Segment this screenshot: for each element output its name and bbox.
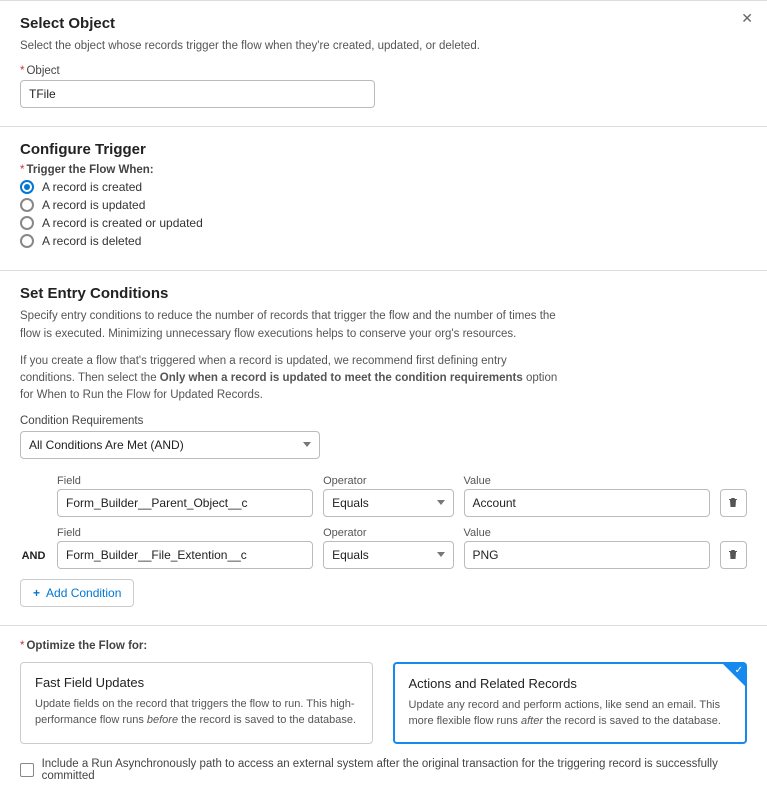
radio-icon [20, 180, 34, 194]
select-object-desc: Select the object whose records trigger … [20, 38, 560, 55]
selected-check-icon [723, 664, 745, 686]
configure-trigger-title: Configure Trigger [20, 141, 747, 158]
object-combobox[interactable]: TFile [20, 80, 375, 108]
field-combobox[interactable]: Form_Builder__File_Extention__c [57, 541, 313, 569]
entry-conditions-section: Set Entry Conditions Specify entry condi… [0, 270, 767, 624]
radio-created[interactable]: A record is created [20, 180, 747, 194]
entry-desc-2: If you create a flow that's triggered wh… [20, 353, 560, 405]
radio-created-or-updated[interactable]: A record is created or updated [20, 216, 747, 230]
operator-select[interactable]: Equals [323, 541, 453, 569]
add-condition-button[interactable]: + Add Condition [20, 579, 134, 607]
radio-updated[interactable]: A record is updated [20, 198, 747, 212]
condition-row: AND Field Form_Builder__File_Extention__… [20, 527, 747, 569]
optimize-label: *Optimize the Flow for: [20, 640, 747, 652]
card-title: Fast Field Updates [35, 675, 358, 690]
close-button[interactable]: ✕ [741, 10, 753, 27]
entry-conditions-title: Set Entry Conditions [20, 285, 747, 302]
condition-row: Field Form_Builder__Parent_Object__c Ope… [20, 475, 747, 517]
trigger-when-label: *Trigger the Flow When: [20, 164, 747, 176]
conditions-grid: Field Form_Builder__Parent_Object__c Ope… [20, 475, 747, 569]
entry-desc-1: Specify entry conditions to reduce the n… [20, 308, 560, 343]
checkbox-icon [20, 763, 34, 777]
async-checkbox-row[interactable]: Include a Run Asynchronously path to acc… [20, 758, 747, 782]
object-label: *Object [20, 65, 747, 77]
delete-condition-button[interactable] [720, 541, 747, 569]
and-label: AND [20, 550, 47, 569]
async-label: Include a Run Asynchronously path to acc… [42, 758, 747, 782]
select-object-title: Select Object [20, 15, 747, 32]
configure-trigger-section: Configure Trigger *Trigger the Flow When… [0, 126, 767, 270]
radio-icon [20, 198, 34, 212]
field-combobox[interactable]: Form_Builder__Parent_Object__c [57, 489, 313, 517]
radio-icon [20, 216, 34, 230]
plus-icon: + [33, 586, 40, 600]
value-input[interactable]: Account [464, 489, 710, 517]
optimize-section: *Optimize the Flow for: Fast Field Updat… [0, 625, 767, 800]
condition-req-label: Condition Requirements [20, 415, 747, 427]
card-desc: Update any record and perform actions, l… [409, 697, 732, 730]
actions-related-records-card[interactable]: Actions and Related Records Update any r… [393, 662, 748, 744]
value-input[interactable]: PNG [464, 541, 710, 569]
card-title: Actions and Related Records [409, 676, 732, 691]
select-object-section: ✕ Select Object Select the object whose … [0, 0, 767, 126]
chevron-down-icon [437, 552, 445, 557]
card-desc: Update fields on the record that trigger… [35, 696, 358, 729]
chevron-down-icon [437, 500, 445, 505]
radio-icon [20, 234, 34, 248]
delete-condition-button[interactable] [720, 489, 747, 517]
operator-select[interactable]: Equals [323, 489, 453, 517]
chevron-down-icon [303, 442, 311, 447]
radio-deleted[interactable]: A record is deleted [20, 234, 747, 248]
condition-req-select[interactable]: All Conditions Are Met (AND) [20, 431, 320, 459]
fast-field-updates-card[interactable]: Fast Field Updates Update fields on the … [20, 662, 373, 744]
object-value: TFile [29, 87, 56, 101]
